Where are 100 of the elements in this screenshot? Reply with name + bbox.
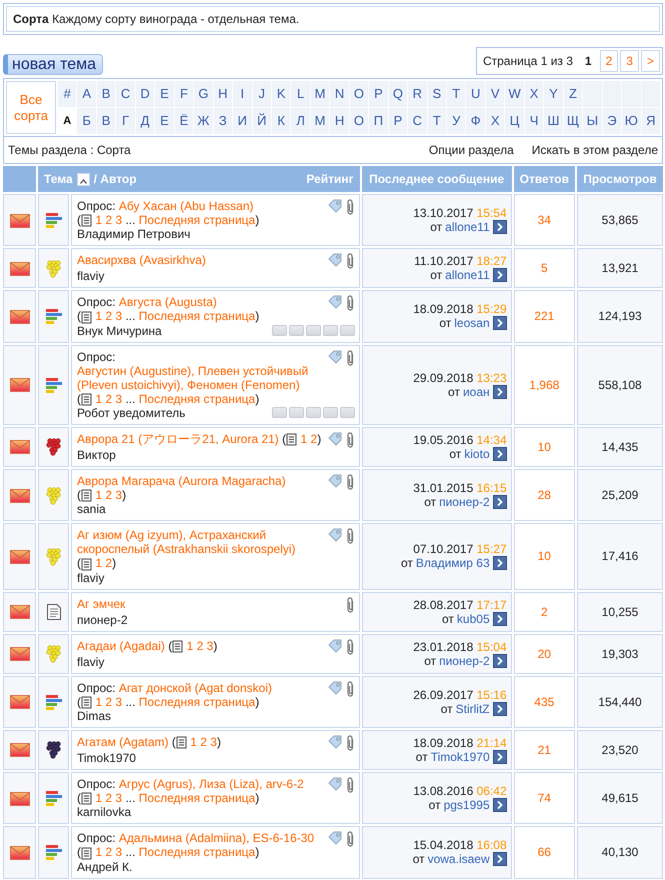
letter-link[interactable]: М (310, 108, 330, 134)
page-link[interactable]: 1 (300, 432, 308, 446)
letter-link[interactable]: Щ (564, 108, 582, 134)
section-link[interactable]: Опции раздела (428, 143, 514, 157)
go-to-post-icon[interactable] (492, 316, 507, 330)
letter-link[interactable]: R (408, 81, 427, 107)
page-link[interactable]: 3 (115, 392, 122, 406)
go-to-post-icon[interactable] (492, 446, 507, 461)
letter-link[interactable]: B (96, 81, 116, 107)
letter-link[interactable]: V (486, 81, 504, 107)
go-to-post-icon[interactable] (492, 750, 507, 764)
letter-link[interactable]: Ы (583, 108, 602, 134)
letter-link[interactable]: T (447, 81, 466, 107)
user-link[interactable]: пионер-2 (439, 495, 490, 510)
letter-link[interactable]: Р (388, 108, 408, 134)
topic-link[interactable]: Агатам (Agatam) (77, 734, 168, 749)
letter-link[interactable]: Н (330, 108, 349, 134)
letter-link[interactable]: S (428, 81, 446, 107)
letter-link[interactable]: G (194, 81, 213, 107)
letter-link[interactable]: Y (544, 81, 563, 107)
letter-link[interactable]: Ц (505, 108, 524, 134)
page-link[interactable]: 1 (186, 638, 194, 653)
letter-link[interactable]: E (155, 81, 174, 107)
section-link[interactable]: Искать в этом разделе (532, 143, 658, 157)
page-link[interactable]: 3 (115, 213, 122, 227)
letter-link[interactable]: J (252, 81, 271, 107)
topic-link[interactable]: Агадаи (Agadai) (77, 638, 165, 653)
letter-link[interactable]: Д (136, 108, 154, 134)
topic-link[interactable]: Августин (Augustine), Плевен устойчивый (Pleven ustoichivyi), Феномен (Fenomen) (77, 364, 324, 392)
letter-link[interactable]: О (350, 108, 368, 134)
letter-link[interactable]: Z (564, 81, 582, 107)
new-topic-button[interactable]: новая тема (3, 54, 104, 75)
go-to-post-icon[interactable] (492, 220, 507, 234)
letter-link[interactable]: P (369, 81, 388, 107)
go-to-post-icon[interactable] (492, 556, 507, 570)
page-link[interactable]: 2 (105, 392, 112, 406)
user-link[interactable]: StirlitZ (456, 702, 490, 716)
topic-link[interactable]: Авасирхва (Avasirkhva) (77, 253, 206, 268)
letter-link[interactable]: Ф (466, 108, 485, 134)
topic-link[interactable]: Адальмина (Adalmiina), ES-6-16-30 (118, 831, 314, 846)
letter-link[interactable]: Л (291, 108, 310, 134)
page-link[interactable]: 2 (105, 488, 112, 502)
topic-link[interactable]: Агрус (Agrus), Лиза (Liza), arv-6-2 (118, 776, 304, 791)
letter-link[interactable]: Э (602, 108, 622, 134)
letter-link[interactable]: K (272, 81, 290, 107)
page-link[interactable]: 3 (115, 845, 122, 860)
topic-link[interactable]: Аг эмчек (77, 596, 126, 611)
user-link[interactable]: pgs1995 (444, 798, 490, 812)
letter-link[interactable]: I (233, 81, 252, 107)
letter-link[interactable]: С (408, 108, 427, 134)
page-link[interactable]: 2 (105, 790, 112, 805)
letter-link[interactable]: В (96, 108, 116, 134)
page-link[interactable]: 2 (105, 694, 112, 709)
page-link[interactable]: 1 (95, 213, 102, 227)
go-to-post-icon[interactable] (492, 654, 507, 668)
go-to-post-icon[interactable] (492, 852, 507, 866)
sort-icon[interactable] (76, 172, 90, 186)
page-link[interactable]: 3 (115, 694, 122, 709)
page-link[interactable]: 3 (115, 790, 122, 805)
letter-link[interactable]: Ё (174, 108, 194, 134)
page-link[interactable]: 3 (115, 309, 122, 324)
letter-link[interactable]: Т (428, 108, 446, 134)
user-link[interactable]: иоан (462, 384, 490, 399)
page-link[interactable]: 2 (105, 309, 112, 324)
last-page-link[interactable]: Последняя страница (138, 845, 256, 860)
page-link[interactable]: 1 (95, 392, 102, 406)
letter-link[interactable]: Я (642, 108, 660, 134)
letter-link[interactable]: У (447, 108, 466, 134)
page-link[interactable]: 2 (196, 638, 204, 653)
letter-link[interactable]: W (505, 81, 524, 107)
topic-link[interactable]: Агат донской (Agat donskoi) (118, 680, 272, 695)
letter-link[interactable]: F (174, 81, 194, 107)
topic-link[interactable]: Аврора Магарача (Aurora Magaracha) (77, 474, 286, 488)
letter-link[interactable]: X (524, 81, 544, 107)
page-link[interactable]: 1 (95, 845, 102, 860)
last-page-link[interactable]: Последняя страница (138, 392, 256, 406)
go-to-post-icon[interactable] (492, 612, 507, 626)
letter-link[interactable]: H (214, 81, 232, 107)
last-page-link[interactable]: Последняя страница (138, 694, 256, 709)
page-link[interactable]: 2 (105, 213, 112, 227)
next-page-link[interactable]: > (640, 50, 660, 72)
page-link[interactable]: 1 (95, 309, 102, 324)
all-varieties-link[interactable]: Все сорта (6, 81, 56, 134)
go-to-post-icon[interactable] (492, 384, 507, 399)
user-link[interactable]: leosan (454, 316, 490, 330)
page-link[interactable]: 1 (95, 488, 102, 502)
letter-link[interactable]: Ш (544, 108, 563, 134)
letter-link[interactable]: L (291, 81, 310, 107)
letter-link[interactable]: # (58, 81, 76, 107)
topic-link[interactable]: Абу Хасан (Abu Hassan) (118, 199, 254, 213)
go-to-post-icon[interactable] (492, 702, 507, 716)
page-link[interactable]: 3 (206, 638, 214, 653)
letter-link[interactable]: U (466, 81, 485, 107)
page-link[interactable]: 1 (95, 790, 102, 805)
letter-link[interactable]: Х (486, 108, 504, 134)
letter-link[interactable]: Б (77, 108, 96, 134)
topic-link[interactable]: Аг изюм (Ag izyum), Астраханский скороспелый (Astrakhanskii skorospelyi) (77, 528, 324, 556)
page-link[interactable]: 3 (620, 50, 639, 72)
letter-link[interactable]: И (233, 108, 252, 134)
letter-link[interactable]: П (369, 108, 388, 134)
